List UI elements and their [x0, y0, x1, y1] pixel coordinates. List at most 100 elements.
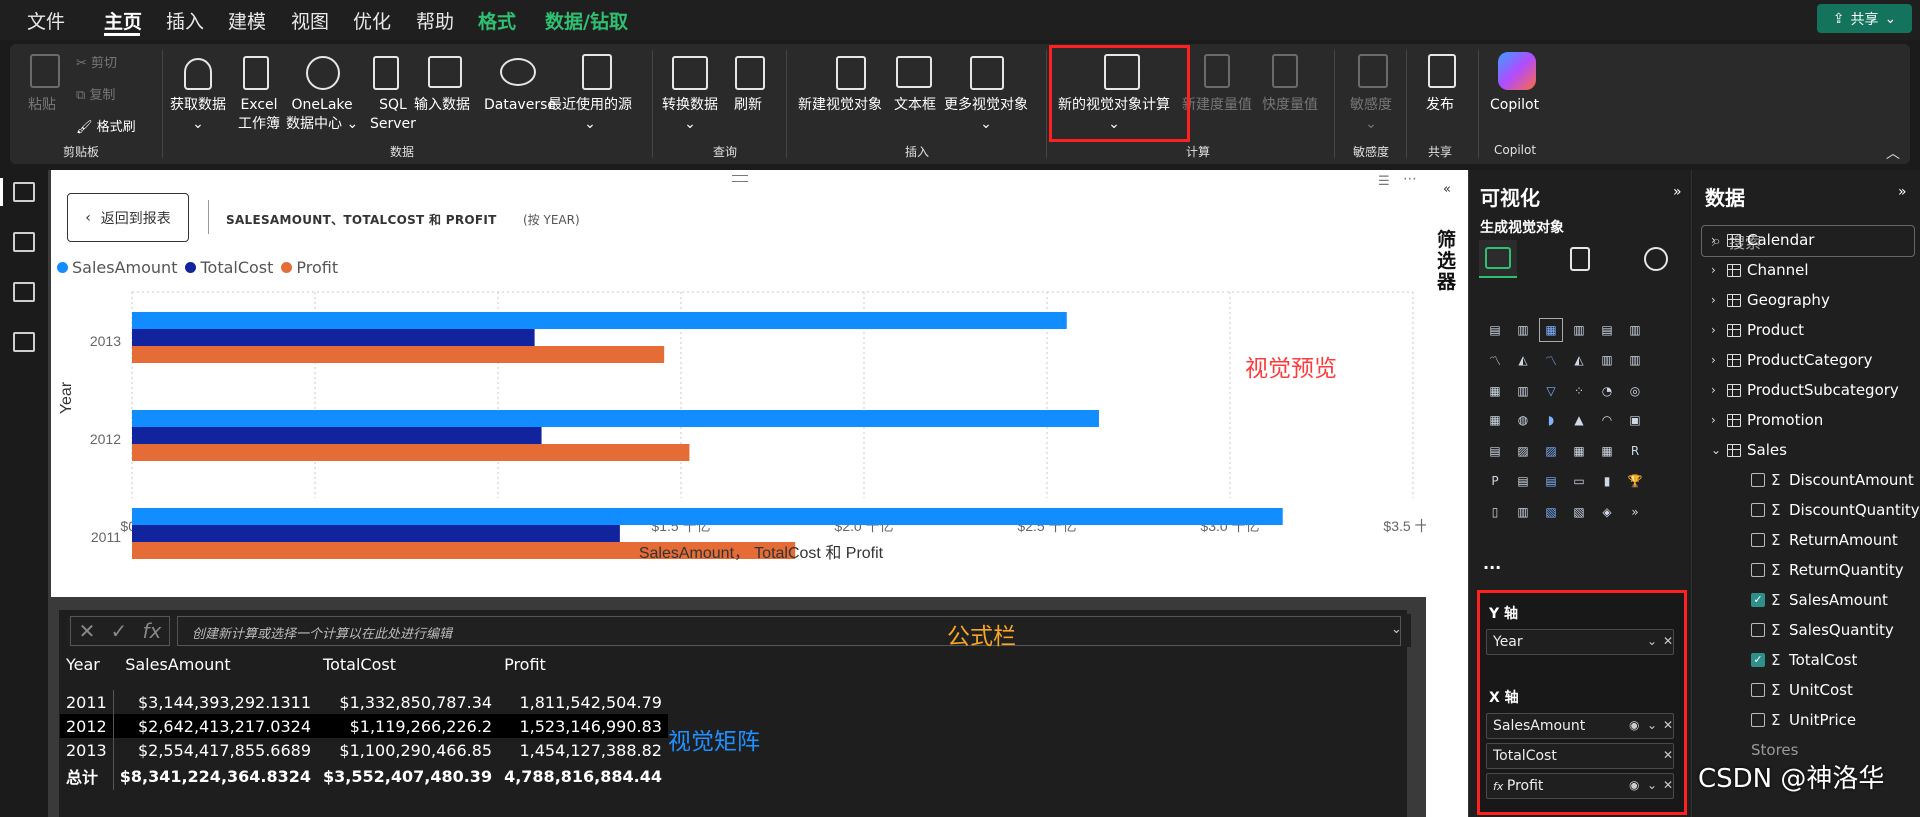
copilot-button[interactable]: Copilot: [1490, 96, 1539, 115]
field-item[interactable]: Σ ReturnQuantity: [1751, 560, 1904, 580]
new-measure-button[interactable]: 新建度量值: [1182, 96, 1252, 115]
filters-label[interactable]: 筛选器: [1437, 230, 1457, 293]
collapse-pane-icon[interactable]: »: [1673, 184, 1682, 200]
matrix-column-header[interactable]: TotalCost: [317, 650, 498, 690]
y-axis-field[interactable]: Year ⌄ ✕: [1486, 629, 1674, 655]
quick-measure-button[interactable]: 快度量值: [1262, 96, 1318, 115]
visual-type-icon[interactable]: ▧: [1539, 500, 1563, 524]
cancel-icon[interactable]: ✕: [79, 619, 96, 643]
visual-type-icon[interactable]: ▭: [1567, 469, 1591, 493]
table-item[interactable]: › Promotion: [1711, 410, 1823, 430]
remove-field-icon[interactable]: ✕: [1663, 634, 1673, 648]
publish-button[interactable]: 发布: [1426, 96, 1454, 115]
model-view-icon[interactable]: [13, 282, 35, 302]
recent-sources-button[interactable]: 最近使用的源 ⌄: [548, 96, 632, 134]
visual-type-icon[interactable]: ◍: [1511, 408, 1535, 432]
table-item[interactable]: › ProductCategory: [1711, 350, 1872, 370]
back-to-report-button[interactable]: ‹ 返回到报表: [67, 193, 189, 242]
field-checkbox[interactable]: [1751, 533, 1765, 547]
menu-data-drill[interactable]: 数据/钻取: [545, 7, 628, 34]
matrix-column-header[interactable]: SalesAmount: [113, 650, 317, 690]
matrix-column-header[interactable]: Year: [60, 650, 113, 690]
visual-type-icon[interactable]: 〽: [1483, 348, 1507, 372]
field-checkbox[interactable]: [1751, 713, 1765, 727]
field-item[interactable]: Σ SalesQuantity: [1751, 620, 1894, 640]
formula-input[interactable]: 创建新计算或选择一个计算以在此处进行编辑: [177, 616, 1401, 646]
x-axis-field[interactable]: fx Profit ◉ ⌄ ✕: [1486, 773, 1674, 799]
chevron-right-icon[interactable]: ›: [1711, 293, 1721, 307]
visual-type-icon[interactable]: ▤: [1539, 469, 1563, 493]
excel-workbook-button[interactable]: Excel 工作簿: [238, 96, 280, 134]
textbox-button[interactable]: 文本框: [894, 96, 936, 115]
visual-type-icon[interactable]: ◭: [1511, 348, 1535, 372]
enter-data-button[interactable]: 输入数据: [414, 96, 470, 115]
field-checkbox[interactable]: [1751, 563, 1765, 577]
table-item[interactable]: › Geography: [1711, 290, 1830, 310]
visibility-icon[interactable]: ◉: [1629, 778, 1639, 792]
remove-field-icon[interactable]: ✕: [1663, 718, 1673, 732]
visual-type-icon[interactable]: ▤: [1595, 318, 1619, 342]
format-visual-tab[interactable]: [1561, 240, 1599, 278]
visual-type-icon[interactable]: »: [1623, 500, 1647, 524]
transform-data-button[interactable]: 转换数据 ⌄: [662, 96, 718, 134]
visual-type-icon[interactable]: ▥: [1567, 318, 1591, 342]
x-axis-field[interactable]: SalesAmount ◉ ⌄ ✕: [1486, 713, 1674, 739]
expand-filters-icon[interactable]: «: [1443, 182, 1451, 197]
field-checkbox[interactable]: [1751, 623, 1765, 637]
visual-type-icon[interactable]: ▥: [1623, 348, 1647, 372]
visual-type-icon[interactable]: ▤: [1483, 318, 1507, 342]
share-button[interactable]: ⇪ 共享 ⌄: [1817, 4, 1912, 33]
visual-type-icon[interactable]: ▥: [1623, 318, 1647, 342]
menu-modeling[interactable]: 建模: [228, 7, 266, 34]
chevron-right-icon[interactable]: ›: [1711, 323, 1721, 337]
refresh-button[interactable]: 刷新: [734, 96, 762, 115]
get-data-button[interactable]: 获取数据 ⌄: [170, 96, 226, 134]
field-item[interactable]: ✓ Σ SalesAmount: [1751, 590, 1888, 610]
visual-type-icon[interactable]: ◠: [1595, 408, 1619, 432]
visual-type-icon[interactable]: ▥: [1595, 348, 1619, 372]
visual-type-icon[interactable]: ◔: [1595, 379, 1619, 403]
chevron-right-icon[interactable]: ›: [1711, 353, 1721, 367]
field-checkbox[interactable]: [1751, 473, 1765, 487]
field-item[interactable]: Σ DiscountQuantity: [1751, 500, 1920, 520]
chevron-down-icon[interactable]: ⌄: [1647, 634, 1657, 648]
collapse-pane-icon[interactable]: »: [1898, 184, 1907, 200]
visual-type-icon[interactable]: ▨: [1511, 439, 1535, 463]
field-checkbox[interactable]: ✓: [1751, 593, 1765, 607]
dataverse-button[interactable]: Dataverse: [484, 96, 556, 115]
visual-type-icon[interactable]: ▦: [1483, 379, 1507, 403]
visual-type-icon[interactable]: ▦: [1539, 318, 1563, 342]
more-visuals-ellipsis[interactable]: ...: [1483, 554, 1501, 573]
field-checkbox[interactable]: ✓: [1751, 653, 1765, 667]
table-view-icon[interactable]: [13, 232, 35, 252]
table-item[interactable]: ⌄ Sales: [1711, 440, 1787, 460]
table-item[interactable]: › Product: [1711, 320, 1804, 340]
remove-field-icon[interactable]: ✕: [1663, 778, 1673, 792]
visual-type-icon[interactable]: R: [1623, 439, 1647, 463]
visual-type-icon[interactable]: ▦: [1595, 439, 1619, 463]
menu-insert[interactable]: 插入: [166, 7, 204, 34]
field-item[interactable]: Σ UnitCost: [1751, 680, 1853, 700]
visual-type-icon[interactable]: ▥: [1511, 500, 1535, 524]
visual-type-icon[interactable]: ▨: [1539, 439, 1563, 463]
visibility-icon[interactable]: ◉: [1629, 718, 1639, 732]
drag-handle-icon[interactable]: [732, 175, 748, 182]
visual-type-icon[interactable]: ▥: [1511, 379, 1535, 403]
chevron-down-icon[interactable]: ⌄: [1647, 718, 1657, 732]
field-checkbox[interactable]: [1751, 503, 1765, 517]
sensitivity-button[interactable]: 敏感度 ⌄: [1350, 96, 1392, 134]
menu-home[interactable]: 主页: [104, 7, 142, 34]
visual-type-icon[interactable]: ▯: [1483, 500, 1507, 524]
visual-type-icon[interactable]: ◗: [1539, 408, 1563, 432]
field-item[interactable]: Σ DiscountAmount: [1751, 470, 1914, 490]
dax-query-view-icon[interactable]: [13, 332, 35, 352]
visual-type-icon[interactable]: ◎: [1623, 379, 1647, 403]
onelake-hub-button[interactable]: OneLake 数据中心 ⌄: [286, 96, 358, 134]
visual-type-icon[interactable]: 〽: [1539, 348, 1563, 372]
visual-type-icon[interactable]: ▦: [1483, 408, 1507, 432]
copy-button[interactable]: ⧉ 复制: [76, 86, 115, 105]
visual-type-icon[interactable]: ▽: [1539, 379, 1563, 403]
visual-type-icon[interactable]: ▣: [1623, 408, 1647, 432]
visual-type-icon[interactable]: ▧: [1567, 500, 1591, 524]
menu-optimize[interactable]: 优化: [353, 7, 391, 34]
